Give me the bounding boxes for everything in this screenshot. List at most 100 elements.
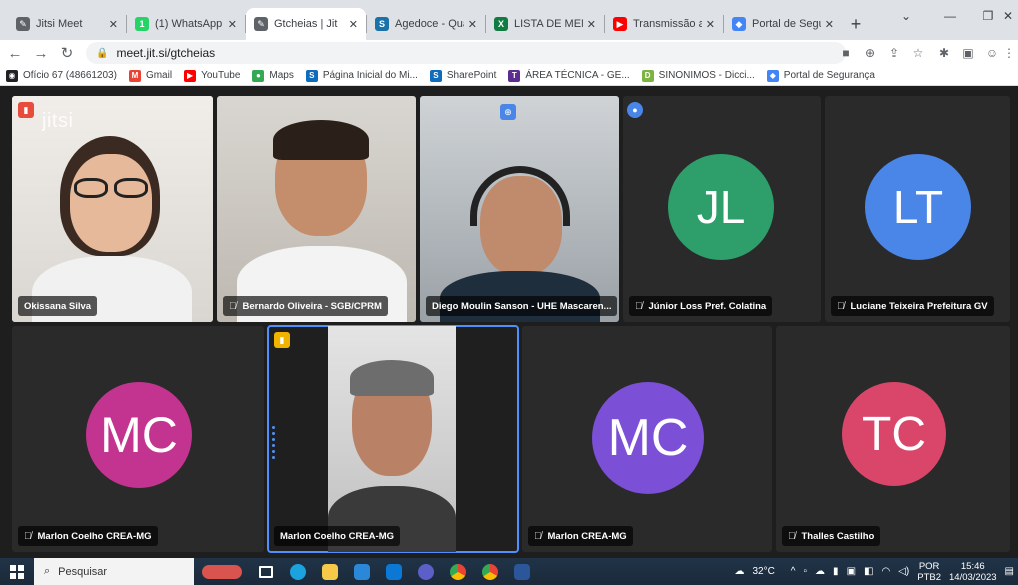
tab-favicon-icon: ✎ [254, 17, 268, 31]
tab-close-icon[interactable]: ✕ [706, 18, 715, 31]
taskbar-search[interactable]: ⌕ Pesquisar [34, 558, 194, 585]
tab-close-icon[interactable]: ✕ [109, 18, 118, 31]
drag-handle-icon[interactable] [272, 426, 278, 459]
browser-tab-strip: ✎ Jitsi Meet ✕ 1 (1) WhatsApp ✕ ✎ Gtcheias | Ji… [0, 0, 1018, 40]
bookmark-item[interactable]: ● Maps [252, 69, 294, 82]
url-bar[interactable]: 🔒 meet.jit.si/gtcheias [86, 42, 846, 64]
bookmark-item[interactable]: ◆ Portal de Segurança [766, 69, 875, 82]
back-button[interactable]: ← [4, 42, 26, 64]
participant-tile-2[interactable]: 🎙̸ Bernardo Oliveira - SGB/CPRM [217, 96, 416, 322]
tab-close-icon[interactable]: ✕ [468, 18, 477, 31]
browser-tab-1[interactable]: ✎ Jitsi Meet ✕ [8, 8, 126, 40]
browser-tab-3[interactable]: ✎ Gtcheias | Jit ✕ [246, 8, 366, 40]
chrome-profile-icon[interactable] [474, 558, 506, 585]
bookmark-item[interactable]: ▶ YouTube [184, 69, 240, 82]
participant-name: 🎙̸ Thalles Castilho [782, 526, 881, 546]
tab-close-icon[interactable]: ✕ [228, 18, 237, 31]
participant-tile-6[interactable]: MC 🎙̸ Marlon Coelho CREA-MG [12, 326, 264, 552]
connection-indicator-icon[interactable]: ▮ [18, 102, 34, 118]
tab-title: Portal de Segura [752, 18, 821, 30]
share-icon[interactable]: ⇪ [884, 43, 904, 63]
bookmark-item[interactable]: S Página Inicial do Mi... [305, 69, 418, 82]
weather-icon[interactable]: ☁ [734, 566, 744, 577]
visitor-icon[interactable]: ● [627, 102, 643, 118]
display-icon[interactable]: ▣ [847, 566, 856, 577]
usb-icon[interactable]: ▮ [833, 566, 839, 577]
participant-video [328, 326, 456, 552]
globe-icon[interactable]: ⊕ [500, 104, 516, 120]
participant-name: Marlon Coelho CREA-MG [274, 526, 400, 546]
participant-tile-4[interactable]: ● JL 🎙̸ Júnior Loss Pref. Colatina [623, 96, 821, 322]
news-widget-icon[interactable] [194, 558, 250, 585]
word-icon[interactable] [506, 558, 538, 585]
participant-name: 🎙̸ Bernardo Oliveira - SGB/CPRM [223, 296, 388, 316]
edge-icon[interactable] [282, 558, 314, 585]
participant-name: 🎙̸ Luciane Teixeira Prefeitura GV [831, 296, 994, 316]
forward-button[interactable]: → [30, 42, 52, 64]
wifi-icon[interactable]: ◠ [881, 566, 890, 577]
participant-name: 🎙̸ Marlon CREA-MG [528, 526, 633, 546]
tab-search-icon[interactable]: ⌄ [884, 0, 928, 32]
reload-button[interactable]: ↻ [56, 42, 78, 64]
clock[interactable]: 15:46 14/03/2023 [949, 561, 997, 583]
tab-close-icon[interactable]: ✕ [825, 18, 834, 31]
browser-tab-4[interactable]: S Agedoce - Quad ✕ [367, 8, 485, 40]
browser-tab-5[interactable]: X LISTA DE MEMBR ✕ [486, 8, 604, 40]
onedrive-icon[interactable]: ☁ [815, 566, 825, 577]
tab-close-icon[interactable]: ✕ [349, 18, 358, 31]
weather-temp: 32°C [752, 566, 775, 577]
file-explorer-icon[interactable] [314, 558, 346, 585]
extensions-icon[interactable]: ✱ [934, 43, 954, 63]
tab-title: (1) WhatsApp [155, 18, 223, 30]
participant-tile-5[interactable]: LT 🎙̸ Luciane Teixeira Prefeitura GV [825, 96, 1010, 322]
browser-tab-2[interactable]: 1 (1) WhatsApp ✕ [127, 8, 245, 40]
chrome-icon[interactable] [442, 558, 474, 585]
sidepanel-icon[interactable]: ▣ [958, 43, 978, 63]
participant-name: 🎙̸ Júnior Loss Pref. Colatina [629, 296, 773, 316]
profile-icon[interactable]: ☺ [982, 43, 1002, 63]
menu-icon[interactable]: ⋮ [1002, 43, 1016, 63]
participant-video [420, 96, 619, 322]
mail-icon[interactable] [378, 558, 410, 585]
bookmark-item[interactable]: T ÁREA TÉCNICA - GE... [508, 69, 630, 82]
chevron-up-icon[interactable]: ^ [791, 566, 796, 577]
bookmark-item[interactable]: S SharePoint [429, 69, 497, 82]
participant-avatar: MC [592, 382, 704, 494]
browser-tab-6[interactable]: ▶ Transmissão ao v ✕ [605, 8, 723, 40]
teams-icon[interactable] [410, 558, 442, 585]
volume-icon[interactable]: ◁) [898, 566, 909, 577]
tab-close-icon[interactable]: ✕ [587, 18, 596, 31]
store-icon[interactable] [346, 558, 378, 585]
participant-tile-7[interactable]: ▮ Marlon Coelho CREA-MG [267, 325, 519, 553]
connection-indicator-icon[interactable]: ▮ [274, 332, 290, 348]
tray-app-icon[interactable]: ▫ [804, 566, 808, 577]
bookmark-star-icon[interactable]: ☆ [908, 43, 928, 63]
participant-avatar: TC [842, 382, 946, 486]
network-icon[interactable]: ◧ [864, 566, 873, 577]
participant-tile-9[interactable]: TC 🎙̸ Thalles Castilho [776, 326, 1010, 552]
participant-avatar: JL [668, 154, 774, 260]
bookmark-item[interactable]: M Gmail [128, 69, 172, 82]
language-indicator[interactable]: POR PTB2 [917, 561, 941, 583]
close-window-button[interactable]: ✕ [998, 0, 1018, 32]
windows-start-icon[interactable] [0, 558, 34, 585]
task-view-icon[interactable] [250, 558, 282, 585]
new-tab-button[interactable]: + [842, 8, 870, 40]
bookmark-label: SharePoint [446, 70, 497, 81]
browser-tab-7[interactable]: ◆ Portal de Segura ✕ [724, 8, 842, 40]
search-icon: ⌕ [44, 565, 51, 577]
install-app-icon[interactable]: ⊕ [860, 43, 880, 63]
bookmark-item[interactable]: ◉ Ofício 67 (48661203) [6, 69, 117, 82]
bookmark-icon: ◆ [766, 69, 779, 82]
participant-tile-3[interactable]: ⊕ Diego Moulin Sanson - UHE Mascaren... [420, 96, 619, 322]
notifications-icon[interactable]: ▤ [1005, 566, 1014, 577]
participant-tile-8[interactable]: MC 🎙̸ Marlon CREA-MG [522, 326, 772, 552]
bookmark-icon: T [508, 69, 521, 82]
bookmarks-bar: ◉ Ofício 67 (48661203) M Gmail ▶ YouTube ● Maps… [0, 66, 1018, 86]
camera-in-use-icon[interactable]: ■ [836, 43, 856, 63]
tab-favicon-icon: ✎ [16, 17, 30, 31]
bookmark-item[interactable]: D SINONIMOS - Dicci... [641, 69, 755, 82]
participant-tile-1[interactable]: ▮ jitsi Okissana Silva [12, 96, 213, 322]
windows-taskbar: ⌕ Pesquisar ☁ 32°C ^ ▫ ☁ ▮ ▣ ◧ ◠ ◁) POR … [0, 558, 1018, 585]
participant-avatar: MC [86, 382, 192, 488]
